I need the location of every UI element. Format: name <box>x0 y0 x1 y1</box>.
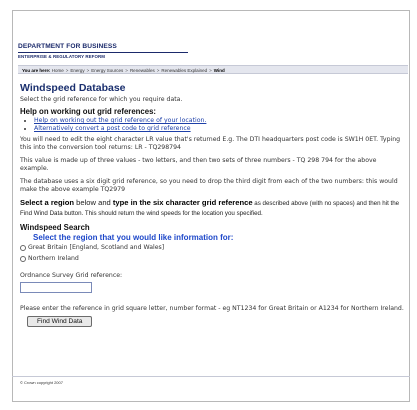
value-breakdown-paragraph: This value is made up of three values - … <box>20 157 377 172</box>
search-heading: Windspeed Search <box>20 223 90 232</box>
main-content: Windspeed Database Select the grid refer… <box>20 82 404 327</box>
grid-reference-input[interactable] <box>20 282 92 293</box>
breadcrumb-renewables[interactable]: Renewables <box>130 68 155 73</box>
logo-line1: DEPARTMENT FOR BUSINESS <box>18 43 188 53</box>
region-label-gb[interactable]: Great Britain [England, Scotland and Wal… <box>28 244 164 252</box>
radio-gb[interactable] <box>20 244 26 251</box>
breadcrumb: You are here: Home > Energy > Energy Sources… <box>18 65 408 74</box>
breadcrumb-energy-sources[interactable]: Energy Sources <box>91 68 123 73</box>
region-option-ni[interactable]: Northern Ireland <box>20 254 404 263</box>
breadcrumb-renewables-explained[interactable]: Renewables Explained <box>161 68 207 73</box>
postcode-convert-link[interactable]: Alternatively convert a post code to gri… <box>34 125 191 132</box>
breadcrumb-separator: > <box>209 68 212 73</box>
instr-type-grid: type in the six character grid reference <box>112 198 253 207</box>
logo-line2: ENTERPRISE & REGULATORY REFORM <box>18 54 105 59</box>
radio-ni[interactable] <box>20 255 26 262</box>
breadcrumb-energy[interactable]: Energy <box>70 68 84 73</box>
footer-divider <box>12 376 410 377</box>
grid-reference-help-link[interactable]: Help on working out the grid reference o… <box>34 117 206 124</box>
list-item: Alternatively convert a post code to gri… <box>34 125 404 133</box>
six-digit-paragraph: The database uses a six digit grid refer… <box>20 178 398 193</box>
dberr-logo[interactable]: DEPARTMENT FOR BUSINESS ENTERPRISE & REG… <box>18 43 188 60</box>
lr-value-paragraph: You will need to edit the eight characte… <box>20 136 401 151</box>
region-question: Select the region that you would like in… <box>33 233 234 242</box>
format-hint: Please enter the reference in grid squar… <box>20 305 404 312</box>
copyright: © Crown copyright 2007 <box>20 380 63 385</box>
help-links-list: Help on working out the grid reference o… <box>20 117 404 133</box>
list-item: Help on working out the grid reference o… <box>34 117 404 125</box>
find-wind-data-button[interactable]: Find Wind Data <box>27 316 93 327</box>
breadcrumb-separator: > <box>125 68 128 73</box>
instr-text: below and <box>74 198 113 207</box>
grid-reference-label: Ordnance Survey Grid reference: <box>20 272 123 279</box>
region-option-gb[interactable]: Great Britain [England, Scotland and Wal… <box>20 243 404 252</box>
instructions-paragraph: Select a region below and type in the si… <box>20 198 404 218</box>
breadcrumb-home[interactable]: Home <box>52 68 64 73</box>
instr-select-region: Select a region <box>20 198 75 207</box>
region-label-ni[interactable]: Northern Ireland <box>28 255 79 263</box>
intro-text: Select the grid reference for which you … <box>20 96 183 103</box>
breadcrumb-current: Wind <box>213 68 225 73</box>
help-heading: Help on working out grid references: <box>20 107 157 116</box>
page-title: Windspeed Database <box>20 82 126 94</box>
breadcrumb-prefix: You are here: <box>22 68 51 73</box>
